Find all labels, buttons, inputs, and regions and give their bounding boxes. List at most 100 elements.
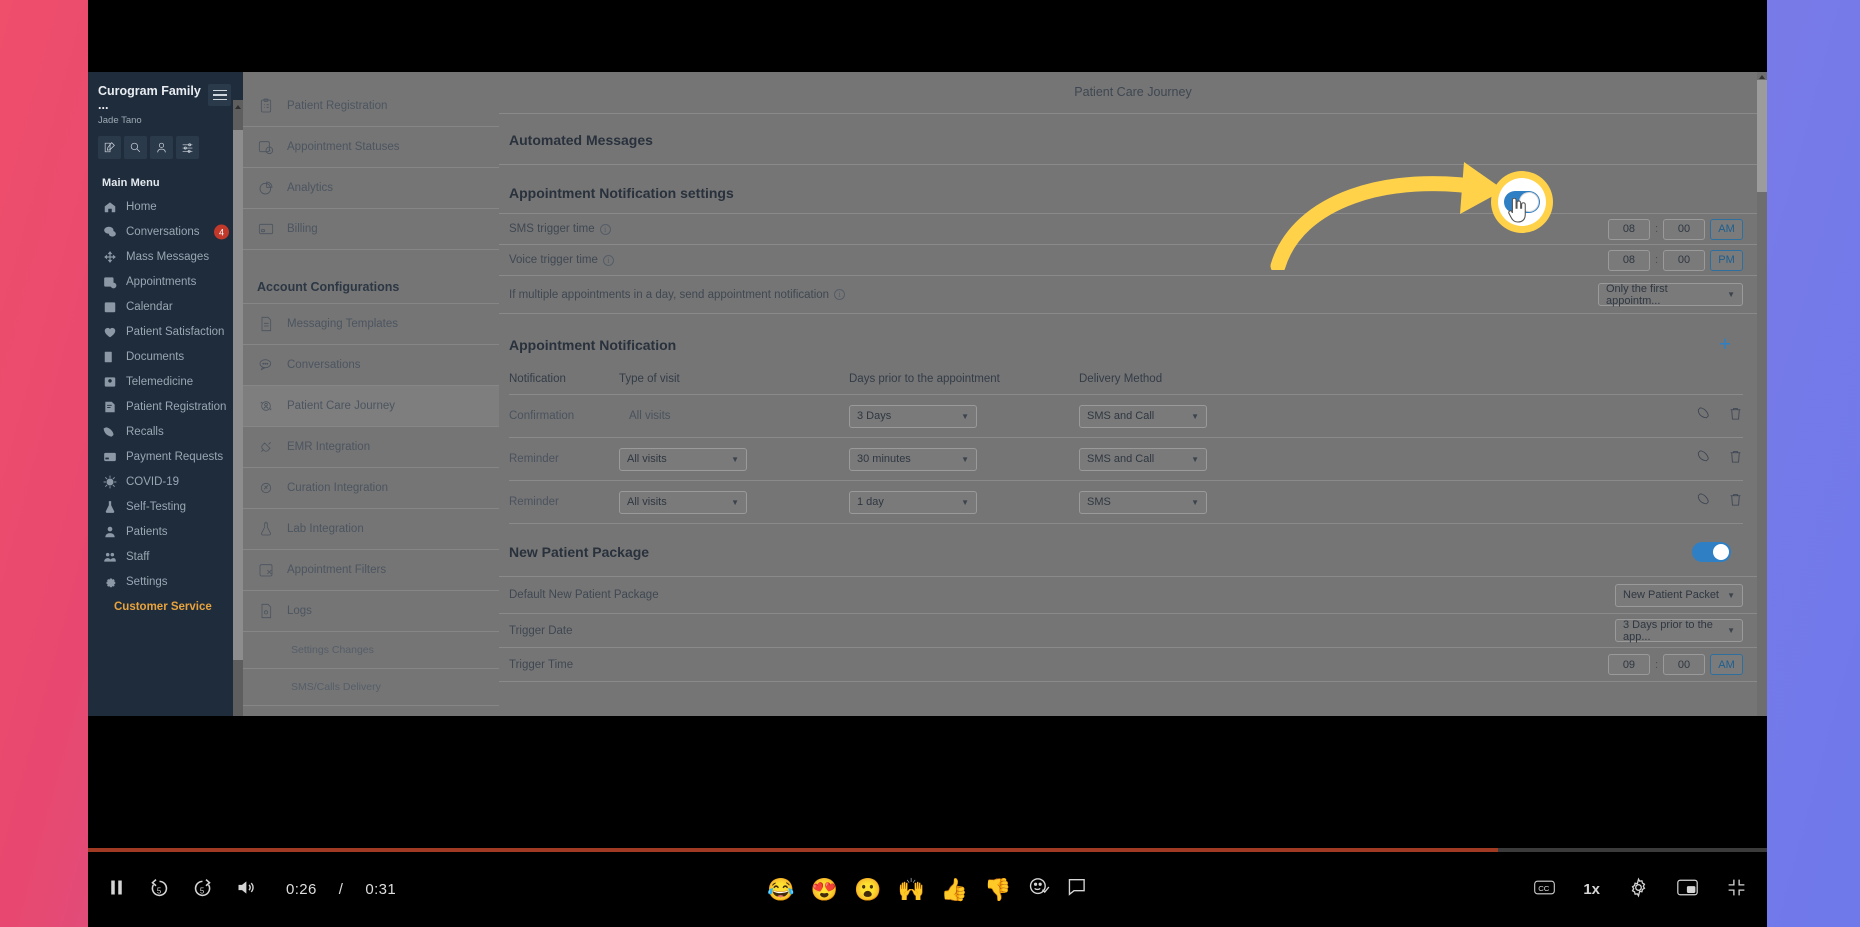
- minute-input[interactable]: 00: [1663, 249, 1705, 271]
- meridiem-toggle[interactable]: PM: [1710, 249, 1743, 271]
- reaction-laugh[interactable]: 😂: [767, 878, 794, 901]
- nav-subitem-settings-changes[interactable]: Settings Changes: [243, 632, 499, 669]
- delivery-method-select[interactable]: SMS ▼: [1079, 490, 1207, 514]
- sidebar-item-documents[interactable]: Documents: [88, 345, 243, 370]
- sidebar-item-patients[interactable]: Patients: [88, 520, 243, 545]
- row-label: SMS trigger time i: [509, 223, 611, 235]
- playback-speed-button[interactable]: 1x: [1583, 881, 1600, 898]
- sidebar-item-self-testing[interactable]: Self-Testing: [88, 495, 243, 520]
- scroll-up-arrow-icon[interactable]: [1759, 75, 1765, 79]
- sidebar-item-calendar[interactable]: Calendar: [88, 295, 243, 320]
- hamburger-menu-icon[interactable]: [208, 84, 231, 106]
- minute-input[interactable]: 00: [1663, 654, 1705, 675]
- sidebar-item-appointments[interactable]: Appointments: [88, 270, 243, 295]
- nav-subitem-sms-calls-delivery[interactable]: SMS/Calls Delivery: [243, 669, 499, 706]
- sidebar-item-settings[interactable]: Settings: [88, 570, 243, 595]
- delivery-method-select[interactable]: SMS and Call ▼: [1079, 447, 1207, 471]
- nav-item-messaging-templates[interactable]: Messaging Templates: [243, 304, 499, 345]
- nav-item-label: Conversations: [287, 359, 361, 371]
- phone-icon[interactable]: [1697, 406, 1712, 426]
- scrollbar-thumb[interactable]: [1757, 80, 1767, 192]
- filters-icon[interactable]: [176, 135, 199, 159]
- reaction-thumbs-down[interactable]: 👎: [984, 878, 1011, 901]
- forward-5-icon[interactable]: 5: [192, 877, 213, 903]
- sidebar-item-recalls[interactable]: Recalls: [88, 420, 243, 445]
- reaction-love[interactable]: 😍: [811, 878, 838, 901]
- nav-item-patient-care-journey[interactable]: Patient Care Journey: [243, 386, 499, 427]
- sidebar-item-label: Settings: [126, 576, 168, 589]
- nav-item-lab-integration[interactable]: Lab Integration: [243, 509, 499, 550]
- sidebar-item-home[interactable]: Home: [88, 195, 243, 220]
- sidebar-item-patient-satisfaction[interactable]: Patient Satisfaction: [88, 320, 243, 345]
- patient-icon[interactable]: [150, 135, 173, 159]
- customer-service-link[interactable]: Customer Service: [88, 595, 243, 613]
- days-prior-select[interactable]: 3 Days ▼: [849, 404, 977, 428]
- emoji-picker-icon[interactable]: [1028, 876, 1050, 903]
- nav-item-curation-integration[interactable]: Curation Integration: [243, 468, 499, 509]
- hour-input[interactable]: 08: [1607, 249, 1650, 271]
- plug-icon: [257, 439, 274, 456]
- default-package-select[interactable]: New Patient Packet ▼: [1615, 583, 1743, 607]
- sidebar-item-conversations[interactable]: Conversations 4: [88, 220, 243, 245]
- video-letterbox-top: [88, 0, 1767, 72]
- nav-item-billing[interactable]: Billing: [243, 209, 499, 250]
- info-icon[interactable]: i: [599, 223, 611, 235]
- hour-input[interactable]: 08: [1607, 218, 1650, 240]
- phone-icon[interactable]: [1697, 492, 1712, 512]
- pause-icon[interactable]: [106, 877, 127, 903]
- section-title: Automated Messages: [509, 132, 653, 148]
- heart-icon: [102, 325, 117, 340]
- delete-icon[interactable]: [1728, 449, 1743, 469]
- delete-icon[interactable]: [1728, 492, 1743, 512]
- type-of-visit-select[interactable]: All visits ▼: [619, 490, 747, 514]
- compose-icon[interactable]: [98, 135, 121, 159]
- days-prior-select[interactable]: 1 day ▼: [849, 490, 977, 514]
- days-prior-select[interactable]: 30 minutes ▼: [849, 447, 977, 471]
- sidebar-item-telemedicine[interactable]: Telemedicine: [88, 370, 243, 395]
- scrollbar-thumb[interactable]: [233, 130, 243, 660]
- nav-item-emr-integration[interactable]: EMR Integration: [243, 427, 499, 468]
- nav-item-patient-registration[interactable]: Patient Registration: [243, 86, 499, 127]
- sidebar-item-patient-registration[interactable]: Patient Registration: [88, 395, 243, 420]
- rewind-5-icon[interactable]: 5: [149, 877, 170, 903]
- info-icon[interactable]: i: [602, 254, 614, 266]
- volume-icon[interactable]: [235, 877, 256, 903]
- nav-item-logs[interactable]: Logs: [243, 591, 499, 632]
- meridiem-toggle[interactable]: AM: [1710, 654, 1743, 675]
- meridiem-toggle[interactable]: AM: [1710, 218, 1743, 240]
- minute-input[interactable]: 00: [1663, 218, 1705, 240]
- gear-icon[interactable]: [1628, 876, 1649, 903]
- sidebar-item-mass-messages[interactable]: Mass Messages: [88, 245, 243, 270]
- nav-item-appointment-statuses[interactable]: Appointment Statuses: [243, 127, 499, 168]
- sidebar-item-staff[interactable]: Staff: [88, 545, 243, 570]
- nav-item-conversations[interactable]: Conversations: [243, 345, 499, 386]
- nav-item-label: Curation Integration: [287, 482, 389, 494]
- main-scrollbar[interactable]: [1757, 72, 1767, 716]
- reaction-surprised[interactable]: 😮: [854, 878, 881, 901]
- reaction-celebrate[interactable]: 🙌: [898, 878, 925, 901]
- comment-icon[interactable]: [1066, 876, 1088, 903]
- picture-in-picture-icon[interactable]: [1677, 877, 1698, 903]
- type-of-visit-select[interactable]: All visits ▼: [619, 447, 747, 471]
- nav-item-appointment-filters[interactable]: Appointment Filters: [243, 550, 499, 591]
- phone-icon[interactable]: [1697, 449, 1712, 469]
- sidebar-item-covid-19[interactable]: COVID-19: [88, 470, 243, 495]
- exit-fullscreen-icon[interactable]: [1726, 877, 1747, 903]
- sidebar-item-payment-requests[interactable]: Payment Requests: [88, 445, 243, 470]
- sidebar-scrollbar[interactable]: [233, 100, 243, 716]
- new-patient-package-toggle[interactable]: [1692, 542, 1731, 562]
- delivery-method-select[interactable]: SMS and Call ▼: [1079, 404, 1207, 428]
- add-notification-button[interactable]: +: [1719, 334, 1731, 355]
- nav-item-analytics[interactable]: Analytics: [243, 168, 499, 209]
- hour-input[interactable]: 09: [1607, 654, 1650, 675]
- trigger-date-select[interactable]: 3 Days prior to the app... ▼: [1615, 619, 1743, 643]
- search-icon[interactable]: [124, 135, 147, 159]
- voice-trigger-time-row: Voice trigger time i 08 : 00 PM: [499, 245, 1767, 276]
- scroll-up-arrow-icon[interactable]: [235, 105, 241, 109]
- logs-icon: [257, 603, 274, 620]
- delete-icon[interactable]: [1728, 406, 1743, 426]
- reaction-thumbs-up[interactable]: 👍: [941, 878, 968, 901]
- captions-icon[interactable]: CC: [1534, 877, 1556, 903]
- info-icon[interactable]: i: [834, 289, 846, 300]
- multiple-appointments-select[interactable]: Only the first appointm... ▼: [1598, 283, 1743, 307]
